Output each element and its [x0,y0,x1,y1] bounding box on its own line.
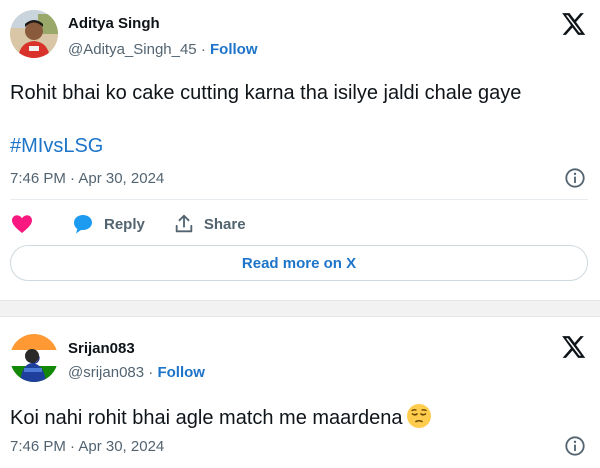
avatar[interactable] [10,334,58,382]
x-logo-icon[interactable] [560,334,586,360]
info-icon[interactable] [564,435,586,457]
x-logo-icon[interactable] [560,11,586,37]
author-name[interactable]: Srijan083 [68,340,135,357]
share-icon [175,214,193,233]
tweet-text: Koi nahi rohit bhai agle match me maarde… [10,407,403,429]
author-handle[interactable]: @srijan083 [68,364,144,381]
action-bar: Reply Share [10,210,274,238]
tweet-separator [0,300,600,317]
divider [10,199,588,200]
author-name[interactable]: Aditya Singh [68,15,160,32]
dot-separator: · [196,41,210,58]
reply-bubble-icon [74,215,92,234]
reply-button[interactable]: Reply [71,212,145,236]
tweet-text: Rohit bhai ko cake cutting karna tha isi… [10,82,522,104]
heart-icon [12,215,32,233]
handle-row: @srijan083 · Follow [68,364,205,381]
hashtag-link[interactable]: #MIvsLSG [10,135,103,158]
reply-label: Reply [104,215,145,233]
avatar[interactable] [10,10,58,58]
handle-row: @Aditya_Singh_45 · Follow [68,41,258,58]
like-button[interactable] [10,212,43,236]
tweet-text-row: Koi nahi rohit bhai agle match me maarde… [10,403,432,430]
follow-button[interactable]: Follow [210,41,258,58]
dot-separator: · [144,364,158,381]
timestamp[interactable]: 7:46 PM · Apr 30, 2024 [10,170,164,187]
tweet-card: Aditya Singh @Aditya_Singh_45 · Follow R… [0,0,600,300]
pensive-face-icon [407,404,432,428]
follow-button[interactable]: Follow [157,364,205,381]
share-label: Share [203,215,246,233]
timestamp[interactable]: 7:46 PM · Apr 30, 2024 [10,438,164,455]
info-icon[interactable] [564,167,586,189]
author-handle[interactable]: @Aditya_Singh_45 [68,41,197,58]
tweet-card: Srijan083 @srijan083 · Follow Koi nahi r… [0,317,600,468]
read-more-button[interactable]: Read more on X [10,245,588,281]
share-button[interactable]: Share [173,213,246,235]
